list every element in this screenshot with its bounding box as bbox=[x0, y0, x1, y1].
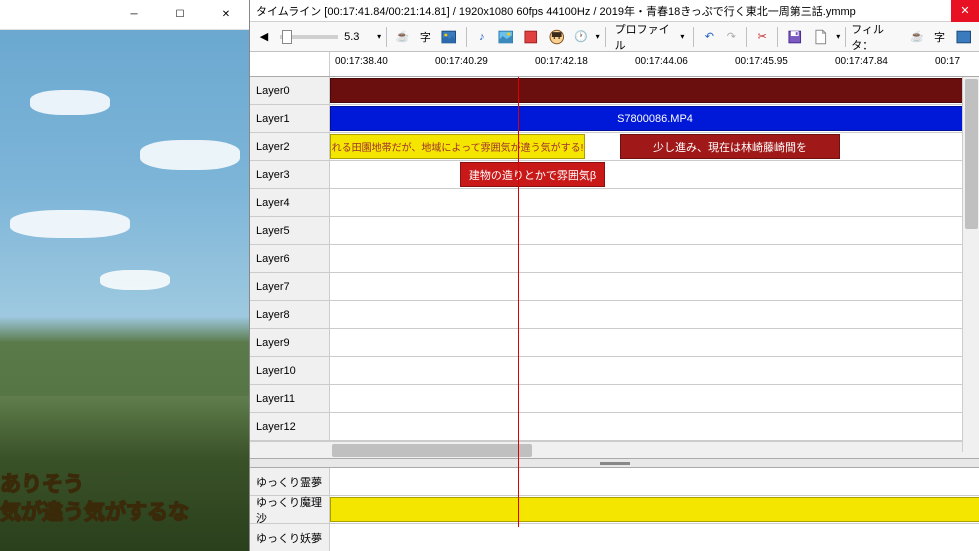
ruler-tick: 00:17:45.95 bbox=[735, 56, 788, 67]
layer-label[interactable]: Layer10 bbox=[250, 357, 330, 384]
text-icon[interactable]: 字 bbox=[415, 26, 435, 48]
dropdown-icon[interactable]: ▾ bbox=[596, 32, 600, 41]
ruler-tick: 00:17 bbox=[935, 56, 960, 67]
filter-label: フィルタ： bbox=[851, 21, 904, 53]
tracks-area: Layer0 Layer1S7800086.MP4 Layer2 れる田園地帯だ… bbox=[250, 77, 979, 551]
document-icon[interactable] bbox=[809, 26, 833, 48]
pane-divider[interactable] bbox=[250, 458, 979, 468]
cut-icon[interactable]: ✂ bbox=[752, 26, 772, 48]
layer-label[interactable]: Layer4 bbox=[250, 189, 330, 216]
timeline-ruler[interactable]: 00:17:38.40 00:17:40.29 00:17:42.18 00:1… bbox=[250, 52, 979, 77]
clock-icon[interactable]: 🕐 bbox=[570, 26, 591, 48]
layer-label[interactable]: Layer2 bbox=[250, 133, 330, 160]
layer-label[interactable]: Layer12 bbox=[250, 413, 330, 440]
preview-titlebar: ─ ☐ ✕ bbox=[0, 0, 249, 30]
ruler-tick: 00:17:44.06 bbox=[635, 56, 688, 67]
voice-track-label[interactable]: ゆっくり魔理沙 bbox=[250, 496, 330, 523]
clip-voice[interactable] bbox=[330, 497, 979, 522]
preview-pane: ─ ☐ ✕ ありそう 気が違う気がするな bbox=[0, 0, 249, 551]
face-icon[interactable] bbox=[545, 26, 569, 48]
object-icon[interactable] bbox=[519, 26, 543, 48]
layer-label[interactable]: Layer9 bbox=[250, 329, 330, 356]
clip-text[interactable]: 少し進み、現在は林崎藤崎間を bbox=[620, 134, 840, 159]
maximize-button[interactable]: ☐ bbox=[157, 0, 203, 30]
music-icon[interactable]: ♪ bbox=[472, 26, 492, 48]
clip-text[interactable]: 建物の造りとかで雰囲気β bbox=[460, 162, 605, 187]
preview-video: ありそう 気が違う気がするな bbox=[0, 30, 249, 551]
timeline-title-text: タイムライン [00:17:41.84/00:21:14.81] / 1920x… bbox=[256, 3, 856, 19]
ruler-tick: 00:17:38.40 bbox=[335, 56, 388, 67]
dropdown-icon[interactable]: ▾ bbox=[377, 32, 381, 41]
layer-label[interactable]: Layer5 bbox=[250, 217, 330, 244]
zoom-value: 5.3 bbox=[344, 31, 373, 43]
layer-label[interactable]: Layer7 bbox=[250, 273, 330, 300]
voice-track-label[interactable]: ゆっくり霊夢 bbox=[250, 468, 330, 495]
save-icon[interactable] bbox=[783, 26, 807, 48]
layer-label[interactable]: Layer6 bbox=[250, 245, 330, 272]
scrollbar-vertical[interactable] bbox=[962, 77, 979, 452]
layer-label[interactable]: Layer11 bbox=[250, 385, 330, 412]
dropdown-icon[interactable]: ▾ bbox=[836, 32, 840, 41]
layer-label[interactable]: Layer8 bbox=[250, 301, 330, 328]
picture-icon[interactable] bbox=[494, 26, 518, 48]
image-icon[interactable] bbox=[437, 26, 461, 48]
layer-label[interactable]: Layer1 bbox=[250, 105, 330, 132]
undo-icon[interactable]: ↶ bbox=[699, 26, 719, 48]
ruler-tick: 00:17:42.18 bbox=[535, 56, 588, 67]
scrollbar-horizontal[interactable] bbox=[250, 441, 979, 458]
filter-text-icon[interactable]: 字 bbox=[930, 26, 950, 48]
layer-label[interactable]: Layer0 bbox=[250, 77, 330, 104]
zoom-slider[interactable] bbox=[280, 35, 338, 39]
timeline-close-button[interactable]: ✕ bbox=[951, 0, 979, 22]
close-button[interactable]: ✕ bbox=[203, 0, 249, 30]
redo-icon[interactable]: ↷ bbox=[721, 26, 741, 48]
timeline-titlebar: タイムライン [00:17:41.84/00:21:14.81] / 1920x… bbox=[250, 0, 979, 22]
ruler-tick: 00:17:40.29 bbox=[435, 56, 488, 67]
timeline-toolbar: ◀ 5.3 ▾ ☕ 字 ♪ 🕐 ▾ プロファイル▾ ↶ ↷ ✂ ▾ フィルタ： … bbox=[250, 22, 979, 52]
cup-icon[interactable]: ☕ bbox=[392, 26, 413, 48]
layer-label[interactable]: Layer3 bbox=[250, 161, 330, 188]
clip[interactable] bbox=[330, 78, 979, 103]
collapse-icon[interactable]: ◀ bbox=[254, 26, 274, 48]
voice-track-label[interactable]: ゆっくり妖夢 bbox=[250, 524, 330, 551]
minimize-button[interactable]: ─ bbox=[111, 0, 157, 30]
clip-text[interactable]: れる田園地帯だが、地域によって雰囲気が違う気がする! bbox=[330, 134, 585, 159]
filter-cup-icon[interactable]: ☕ bbox=[906, 26, 927, 48]
timeline-pane: タイムライン [00:17:41.84/00:21:14.81] / 1920x… bbox=[249, 0, 979, 551]
clip-video[interactable]: S7800086.MP4 bbox=[330, 106, 979, 131]
profile-dropdown[interactable]: プロファイル▾ bbox=[611, 26, 689, 48]
filter-image-icon[interactable] bbox=[952, 26, 976, 48]
preview-subtitle: ありそう 気が違う気がするな bbox=[0, 471, 189, 526]
playhead[interactable] bbox=[518, 77, 519, 527]
ruler-tick: 00:17:47.84 bbox=[835, 56, 888, 67]
